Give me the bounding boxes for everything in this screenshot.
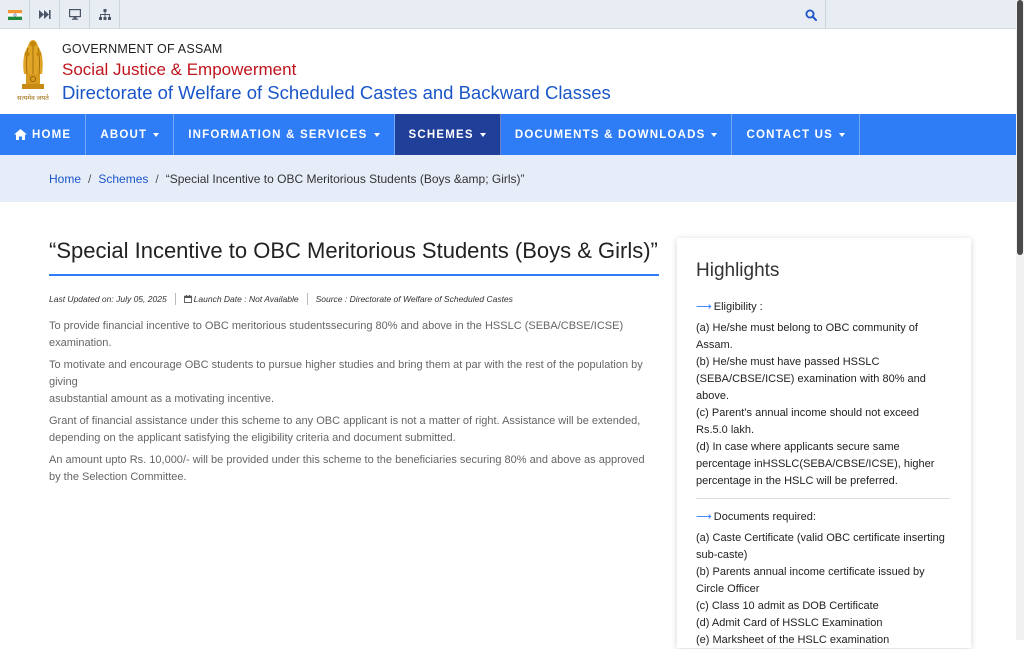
highlights-title: Highlights: [696, 260, 780, 281]
paragraph: To provide financial incentive to OBC me…: [49, 320, 624, 349]
monitor-icon[interactable]: [60, 0, 90, 29]
search-icon[interactable]: [796, 0, 826, 29]
highlights-body: ⟶ Eligibility : (a) He/she must belong t…: [696, 299, 950, 649]
document-item: (b) Parents annual income certificate is…: [696, 566, 925, 595]
eligibility-item: (b) He/she must have passed HSSLC (SEBA/…: [696, 356, 926, 402]
nav-home-label: HOME: [32, 128, 72, 141]
documents-heading: ⟶ Documents required:: [696, 509, 950, 526]
documents-heading-text: Documents required:: [713, 511, 816, 523]
breadcrumb-separator: /: [88, 171, 92, 186]
document-item: (c) Class 10 admit as DOB Certificate: [696, 600, 879, 612]
calendar-icon: [183, 295, 192, 303]
skip-forward-icon[interactable]: [30, 0, 60, 29]
launch-date-text: Launch Date : Not Available: [193, 294, 299, 304]
sitemap-icon[interactable]: [90, 0, 120, 29]
nav-information-services[interactable]: INFORMATION & SERVICES: [174, 114, 395, 155]
government-label: GOVERNMENT OF ASSAM: [62, 42, 223, 56]
eligibility-heading-text: Eligibility :: [713, 301, 763, 313]
chevron-down-icon: [373, 132, 380, 137]
india-flag-icon[interactable]: [0, 0, 30, 29]
arrow-right-icon: ⟶: [696, 301, 712, 313]
chevron-down-icon: [479, 132, 486, 137]
article-body: To provide financial incentive to OBC me…: [49, 318, 659, 491]
chevron-down-icon: [839, 132, 846, 137]
eligibility-item: (d) In case where applicants secure same…: [696, 441, 935, 487]
paragraph: An amount upto Rs. 10,000/- will be prov…: [49, 454, 645, 483]
breadcrumb: Home / Schemes / “Special Incentive to O…: [0, 155, 1016, 202]
nav-contact-label: CONTACT US: [746, 128, 834, 141]
nav-about[interactable]: ABOUT: [86, 114, 175, 155]
divider: [696, 498, 950, 499]
breadcrumb-separator: /: [155, 171, 159, 186]
directorate-name[interactable]: Directorate of Welfare of Scheduled Cast…: [62, 82, 611, 104]
scrollbar-thumb[interactable]: [1017, 0, 1023, 255]
last-updated: Last Updated on: July 05, 2025: [49, 293, 176, 305]
nav-documents-label: DOCUMENTS & DOWNLOADS: [514, 128, 706, 141]
nav-schemes-label: SCHEMES: [408, 128, 474, 141]
main-nav: HOME ABOUT INFORMATION & SERVICES SCHEME…: [0, 114, 1016, 155]
article-meta: Last Updated on: July 05, 2025 Launch Da…: [49, 293, 521, 305]
site-header: सत्यमेव जयते GOVERNMENT OF ASSAM Social …: [0, 29, 1016, 114]
paragraph: To motivate and encourage OBC students t…: [49, 359, 643, 388]
document-item: (e) Marksheet of the HSLC examination: [696, 634, 890, 646]
utility-bar: [0, 0, 1024, 29]
emblem-motto: सत्यमेव जयते: [17, 94, 49, 102]
chevron-down-icon: [153, 132, 160, 137]
nav-information-label: INFORMATION & SERVICES: [188, 128, 368, 141]
chevron-down-icon: [711, 132, 718, 137]
page-title: “Special Incentive to OBC Meritorious St…: [49, 238, 659, 276]
document-item: (a) Caste Certificate (valid OBC certifi…: [696, 532, 945, 561]
paragraph: Grant of financial assistance under this…: [49, 415, 641, 444]
document-item: (d) Admit Card of HSSLC Examination: [696, 617, 883, 629]
breadcrumb-schemes[interactable]: Schemes: [98, 172, 148, 186]
nav-about-label: ABOUT: [100, 128, 148, 141]
nav-schemes[interactable]: SCHEMES: [394, 114, 501, 155]
paragraph: asubstantial amount as a motivating ince…: [49, 393, 275, 405]
breadcrumb-home[interactable]: Home: [49, 172, 81, 186]
home-icon: [14, 129, 27, 140]
eligibility-item: (a) He/she must belong to OBC community …: [696, 322, 918, 351]
nav-contact-us[interactable]: CONTACT US: [732, 114, 861, 155]
breadcrumb-current: “Special Incentive to OBC Meritorious St…: [165, 171, 525, 186]
highlights-card: Highlights ⟶ Eligibility : (a) He/she mu…: [677, 238, 971, 648]
toolbar-divider: [825, 0, 826, 29]
department-name[interactable]: Social Justice & Empowerment: [62, 60, 296, 80]
nav-home[interactable]: HOME: [0, 114, 87, 155]
nav-documents-downloads[interactable]: DOCUMENTS & DOWNLOADS: [501, 114, 733, 155]
eligibility-heading: ⟶ Eligibility :: [696, 299, 950, 316]
arrow-right-icon: ⟶: [696, 511, 712, 523]
source: Source : Directorate of Welfare of Sched…: [315, 294, 513, 304]
scrollbar[interactable]: [1016, 0, 1024, 640]
eligibility-item: (c) Parent’s annual income should not ex…: [696, 407, 919, 436]
state-emblem-icon[interactable]: सत्यमेव जयते: [12, 34, 54, 104]
launch-date: Launch Date : Not Available: [176, 293, 308, 305]
